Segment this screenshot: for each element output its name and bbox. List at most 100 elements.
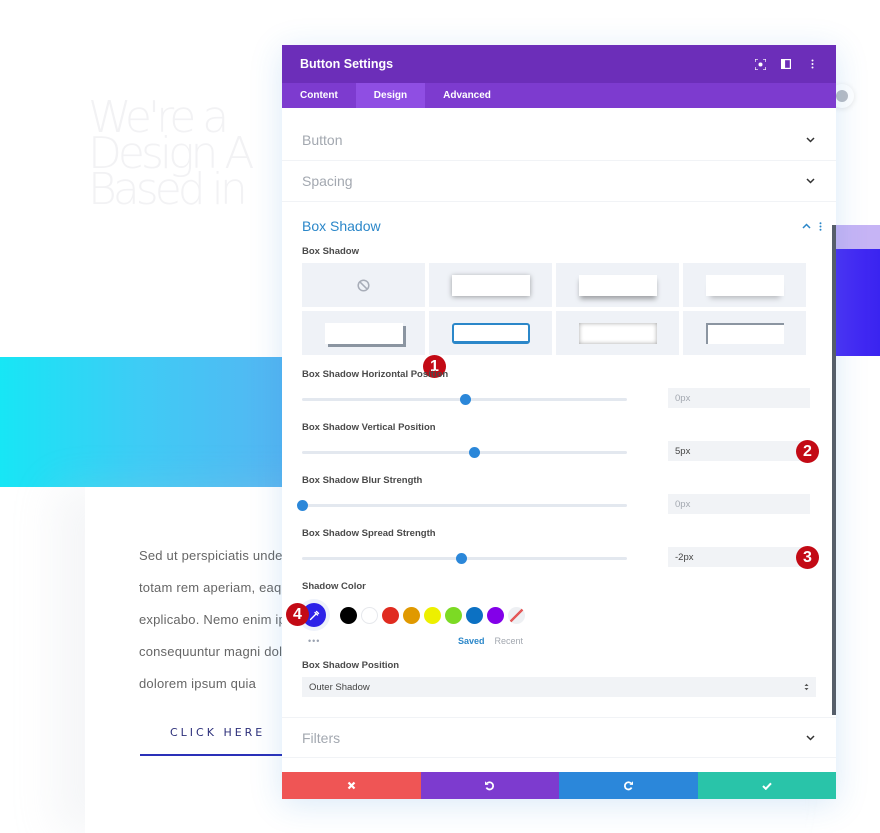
recent-colors-tab[interactable]: Recent [495, 636, 524, 646]
color-swatch[interactable] [403, 606, 420, 624]
color-swatch[interactable] [424, 606, 441, 624]
slider-label: Box Shadow Vertical Position [302, 422, 436, 433]
cancel-button[interactable] [282, 772, 421, 799]
chevron-down-icon [806, 733, 816, 743]
box-shadow-preset-label: Box Shadow [302, 246, 360, 257]
slider-horizontal-position: Box Shadow Horizontal Position [302, 367, 816, 420]
select-value: Outer Shadow [309, 681, 370, 693]
shadow-position-label: Box Shadow Position [302, 660, 400, 671]
tab-advanced[interactable]: Advanced [425, 83, 509, 108]
chevron-down-icon [806, 176, 816, 186]
check-icon [762, 782, 772, 790]
section-toggle-button[interactable]: Button [282, 120, 836, 161]
redo-button[interactable] [559, 772, 698, 799]
preset-shadow-soft-bottom[interactable] [683, 263, 806, 307]
slider-vertical-position: Box Shadow Vertical Position 2 [302, 420, 819, 473]
annotation-badge: 2 [796, 440, 819, 463]
no-shadow-icon [357, 278, 370, 292]
paragraph-line: totam rem aperiam, eaqu [139, 580, 284, 595]
section-toggle-spacing[interactable]: Spacing [282, 161, 836, 202]
save-button[interactable] [697, 772, 836, 799]
color-swatch[interactable] [340, 606, 357, 624]
background-heading: We're a Design A Based in [88, 96, 298, 215]
slider-track[interactable] [302, 447, 627, 458]
section-label: Button [302, 132, 343, 148]
shadow-color-label: Shadow Color [302, 581, 366, 592]
select-arrows-icon [804, 683, 809, 691]
slider-thumb[interactable] [459, 394, 471, 405]
paragraph-line: consequuntur magni dolo [139, 644, 284, 659]
redo-icon [623, 781, 633, 791]
undo-button[interactable] [420, 772, 559, 799]
modal-footer [282, 772, 836, 799]
slider-spread-strength: Box Shadow Spread Strength 3 [302, 526, 819, 579]
preset-shadow-inset[interactable] [556, 311, 679, 355]
modal-title: Button Settings [300, 57, 394, 71]
slider-thumb[interactable] [456, 553, 468, 564]
modal-header: Button Settings [282, 45, 836, 83]
saved-colors-tab[interactable]: Saved [458, 636, 485, 646]
paragraph-line: explicabo. Nemo enim ip [139, 612, 284, 627]
slider-blur-strength: Box Shadow Blur Strength [297, 473, 816, 526]
slider-track[interactable] [297, 500, 627, 511]
section-title-box-shadow[interactable]: Box Shadow [302, 218, 802, 234]
color-swatch[interactable] [487, 606, 504, 624]
preset-shadow-offset[interactable] [302, 311, 425, 355]
cta-button[interactable]: CLICK HERE [140, 724, 284, 756]
chevron-up-icon[interactable] [802, 223, 811, 229]
tab-content[interactable]: Content [282, 83, 356, 108]
color-meta-row: ••• Saved Recent [302, 632, 816, 650]
value-input[interactable] [668, 388, 810, 408]
slider-thumb[interactable] [469, 447, 481, 458]
paragraph-line: dolorem ipsum quia [139, 676, 257, 691]
preset-shadow-bottom[interactable] [556, 263, 679, 307]
swatch-clear[interactable] [508, 606, 525, 624]
value-input[interactable] [668, 547, 810, 567]
preset-none[interactable] [302, 263, 425, 307]
preset-shadow-top-left[interactable] [683, 311, 806, 355]
annotation-badge: 4 [286, 603, 309, 626]
value-input[interactable] [668, 494, 810, 514]
section-label: Spacing [302, 173, 353, 189]
shadow-position-select[interactable]: Outer Shadow [302, 677, 816, 697]
background-blue-band [836, 249, 880, 356]
scrollbar[interactable] [832, 225, 836, 715]
tab-bar: Content Design Advanced [282, 83, 836, 108]
undo-icon [485, 781, 495, 791]
tab-design[interactable]: Design [355, 83, 426, 108]
slider-thumb[interactable] [297, 500, 308, 511]
section-toggle-filters[interactable]: Filters [282, 717, 836, 758]
split-view-icon[interactable] [780, 58, 792, 70]
color-swatch[interactable] [445, 606, 462, 624]
shadow-color-row: 4 [286, 598, 816, 632]
color-swatch[interactable] [361, 606, 378, 624]
focus-icon[interactable] [754, 58, 766, 70]
section-options-icon[interactable] [819, 221, 822, 231]
preset-shadow-all[interactable] [429, 263, 552, 307]
background-cyan-band [0, 357, 284, 487]
more-colors-icon[interactable]: ••• [308, 636, 458, 646]
cta-label: CLICK HERE [170, 726, 266, 739]
slider-label: Box Shadow Blur Strength [302, 475, 423, 486]
close-icon [347, 781, 356, 790]
color-swatch[interactable] [382, 606, 399, 624]
preset-shadow-border-selected[interactable] [429, 311, 552, 355]
slider-track[interactable] [302, 394, 627, 405]
slider-label: Box Shadow Spread Strength [302, 528, 436, 539]
more-vertical-icon[interactable] [806, 58, 818, 70]
chevron-down-icon [806, 135, 816, 145]
slider-track[interactable] [302, 553, 627, 564]
heading-line: Based in [88, 164, 248, 215]
swatch-list [340, 606, 529, 624]
slider-label: Box Shadow Horizontal Position [302, 369, 449, 380]
button-settings-modal: Button Settings Content Design Advanced … [282, 45, 836, 799]
eyedropper-icon [309, 610, 319, 620]
paragraph-line: Sed ut perspiciatis unde [139, 548, 283, 563]
color-swatch[interactable] [466, 606, 483, 624]
background-lavender-band [836, 225, 880, 249]
annotation-badge: 3 [796, 546, 819, 569]
section-label: Filters [302, 729, 341, 746]
value-input[interactable] [668, 441, 810, 461]
background-paragraph: Sed ut perspiciatis unde totam rem aperi… [139, 540, 284, 700]
section-box-shadow: Box Shadow Box Shadow 1 Box Shadow Horiz [282, 206, 836, 697]
